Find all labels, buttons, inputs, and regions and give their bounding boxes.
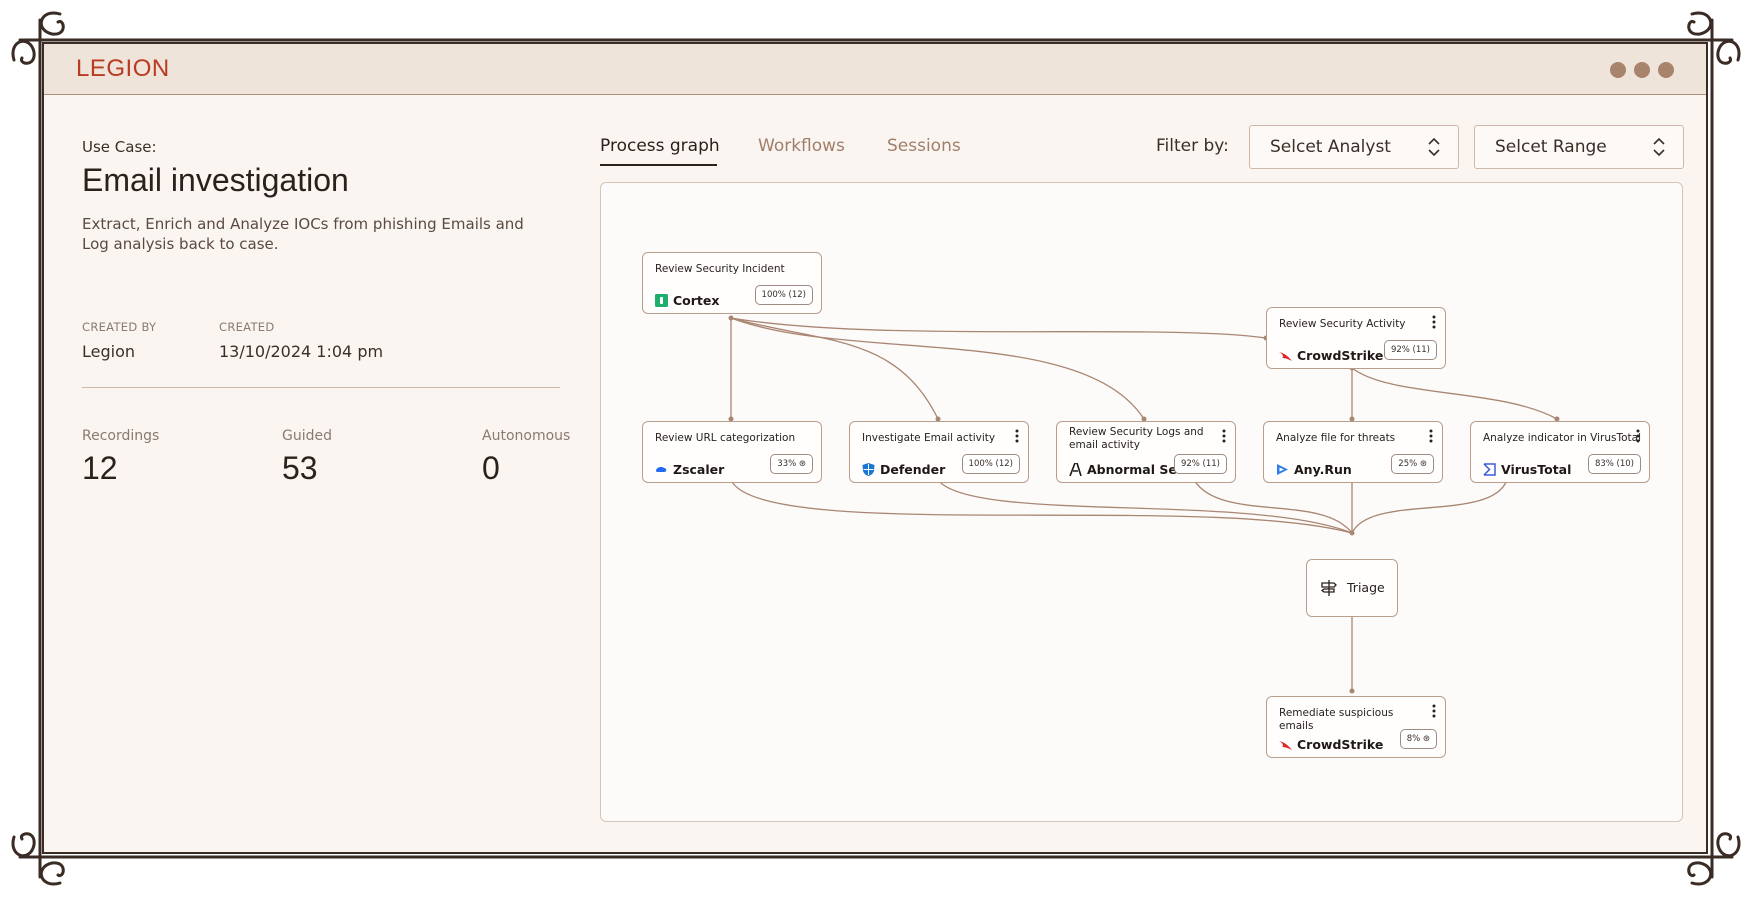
more-vertical-icon[interactable] [1635, 428, 1641, 444]
chevron-updown-icon [1428, 137, 1440, 157]
crowdstrike-icon [1279, 352, 1292, 361]
node-review-security-logs[interactable]: Review Security Logs and email activity … [1056, 421, 1236, 483]
filter-label: Filter by: [1156, 136, 1229, 156]
window-dot[interactable] [1658, 62, 1674, 78]
title-bar: LEGION [44, 44, 1706, 95]
node-badge: 100% (12) [961, 454, 1020, 474]
stat-recordings-label: Recordings [82, 428, 160, 444]
node-tool: Any.Run [1276, 462, 1352, 477]
triage-label: Triage [1347, 580, 1385, 595]
node-tool-label: Any.Run [1294, 462, 1352, 477]
abnormal-icon [1069, 463, 1082, 476]
node-tool: VirusTotal [1483, 462, 1571, 477]
page-title: Email investigation [82, 162, 349, 198]
node-analyze-file[interactable]: Analyze file for threats Any.Run 25% ⊛ [1263, 421, 1443, 483]
node-badge: 83% (10) [1587, 454, 1641, 474]
anyrun-icon [1277, 464, 1288, 475]
node-tool-label: CrowdStrike [1297, 737, 1384, 752]
stat-autonomous-label: Autonomous [482, 428, 571, 444]
node-analyze-indicator[interactable]: Analyze indicator in VirusTotal VirusTot… [1470, 421, 1650, 483]
node-badge: 25% ⊛ [1391, 454, 1434, 474]
node-review-security-activity[interactable]: Review Security Activity CrowdStrike 92%… [1266, 307, 1446, 369]
created-by-label: CREATED BY [82, 320, 157, 334]
defender-icon [862, 463, 875, 476]
node-review-url-categorization[interactable]: Review URL categorization Zscaler 33% ⊛ [642, 421, 822, 483]
node-title: Review Security Logs and email activity [1069, 426, 1204, 451]
signpost-icon [1320, 580, 1337, 596]
more-vertical-icon[interactable] [1221, 428, 1227, 444]
more-vertical-icon[interactable] [1431, 703, 1437, 719]
more-vertical-icon[interactable] [1428, 428, 1434, 444]
window-controls [1610, 62, 1674, 78]
node-review-security-incident[interactable]: Review Security Incident Cortex 100% (12… [642, 252, 822, 314]
node-triage[interactable]: Triage [1306, 559, 1398, 617]
node-badge: 100% (12) [754, 285, 813, 305]
tab-workflows[interactable]: Workflows [758, 136, 845, 156]
stat-recordings-value: 12 [82, 450, 118, 486]
node-badge: 8% ⊛ [1399, 729, 1437, 749]
node-title: Analyze indicator in VirusTotal [1483, 432, 1642, 444]
tab-sessions[interactable]: Sessions [887, 136, 961, 156]
created-by-value: Legion [82, 342, 136, 361]
created-label: CREATED [219, 320, 275, 334]
node-tool-label: Cortex [673, 293, 720, 308]
node-title: Analyze file for threats [1276, 432, 1396, 444]
crowdstrike-icon [1279, 741, 1292, 750]
analyst-select-value: Selcet Analyst [1270, 137, 1391, 157]
node-title: Investigate Email activity [862, 432, 996, 444]
legion-logo: LEGION [76, 55, 170, 82]
node-title: Review Security Activity [1279, 318, 1406, 330]
window-dot[interactable] [1610, 62, 1626, 78]
node-badge: 92% (11) [1383, 340, 1437, 360]
stat-guided-label: Guided [282, 428, 332, 444]
node-tool: Cortex [655, 293, 719, 308]
range-select[interactable]: Selcet Range [1474, 125, 1684, 169]
stat-autonomous-value: 0 [482, 450, 500, 486]
node-tool: CrowdStrike [1279, 348, 1383, 363]
node-investigate-email-activity[interactable]: Investigate Email activity Defender 100%… [849, 421, 1029, 483]
chevron-updown-icon [1653, 137, 1665, 157]
usecase-label: Use Case: [82, 138, 157, 156]
tab-process-graph[interactable]: Process graph [600, 136, 720, 156]
node-title: Review URL categorization [655, 432, 796, 444]
active-tab-indicator [600, 164, 717, 166]
node-tool: CrowdStrike [1279, 737, 1383, 752]
app-window: LEGION Use Case: Email investigation Ext… [42, 42, 1708, 854]
node-badge: 92% (11) [1173, 454, 1227, 474]
more-vertical-icon[interactable] [1431, 314, 1437, 330]
usecase-description: Extract, Enrich and Analyze IOCs from ph… [82, 215, 524, 253]
cortex-icon [655, 294, 668, 307]
node-badge: 33% ⊛ [770, 454, 813, 474]
node-remediate-emails[interactable]: Remediate suspicious emails CrowdStrike … [1266, 696, 1446, 758]
virustotal-icon [1483, 463, 1496, 476]
window-dot[interactable] [1634, 62, 1650, 78]
range-select-value: Selcet Range [1495, 137, 1607, 157]
node-tool-label: VirusTotal [1501, 462, 1572, 477]
node-tool: Zscaler [655, 462, 724, 477]
created-value: 13/10/2024 1:04 pm [219, 342, 384, 361]
more-vertical-icon[interactable] [1014, 428, 1020, 444]
stat-guided-value: 53 [282, 450, 318, 486]
process-graph-panel[interactable]: Review Security Incident Cortex 100% (12… [600, 182, 1683, 822]
node-tool: Defender [862, 462, 945, 477]
node-title: Review Security Incident [655, 263, 785, 275]
analyst-select[interactable]: Selcet Analyst [1249, 125, 1459, 169]
node-tool-label: Zscaler [673, 462, 725, 477]
divider [82, 387, 560, 388]
node-tool-label: Defender [880, 462, 946, 477]
node-tool-label: CrowdStrike [1297, 348, 1384, 363]
zscaler-icon [656, 467, 667, 472]
